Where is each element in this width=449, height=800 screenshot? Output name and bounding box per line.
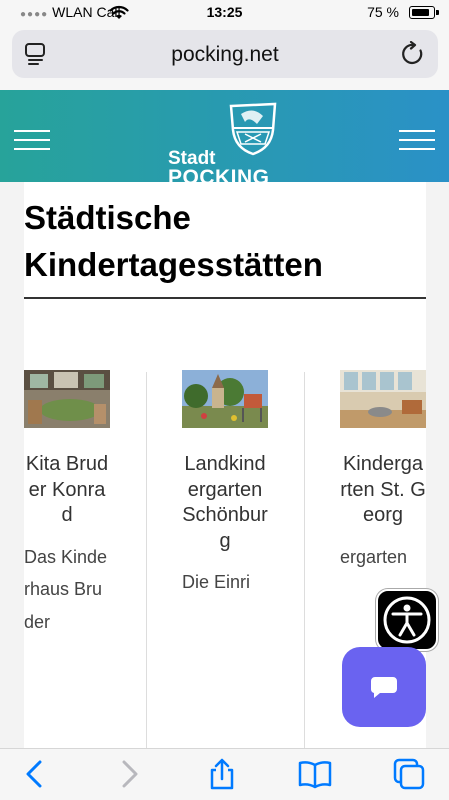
facility-name[interactable]: Kita Bruder Konrad [24, 452, 110, 529]
bookmarks-icon[interactable] [298, 757, 332, 791]
chat-button[interactable] [342, 647, 426, 727]
menu-hamburger-icon-left[interactable] [14, 130, 50, 152]
site-logo[interactable]: Stadt POCKING [165, 100, 285, 182]
facility-card-landkindergarten-schoenburg[interactable]: Landkindergarten Schönburg Die Einri [182, 370, 268, 599]
site-header: Stadt POCKING [0, 90, 449, 182]
crest-icon [229, 102, 277, 156]
menu-hamburger-icon-right[interactable] [399, 130, 435, 152]
forward-icon[interactable] [112, 757, 146, 791]
facility-description: ergarten [340, 546, 408, 567]
facility-card-kindergarten-st-georg[interactable]: Kindergarten St. Georg ergarten [340, 370, 426, 573]
share-icon[interactable] [205, 757, 239, 791]
facility-description: Die Einri [182, 572, 251, 593]
battery-icon [409, 6, 439, 19]
column-divider [146, 372, 147, 748]
browser-address-area: pocking.net [0, 26, 449, 90]
column-divider [304, 372, 305, 748]
facility-name[interactable]: Landkindergarten Schönburg [182, 452, 268, 554]
facility-photo-landkindergarten-schoenburg[interactable] [182, 370, 268, 428]
facility-name[interactable]: Kindergarten St. Georg [340, 452, 426, 529]
accessibility-icon [383, 596, 431, 644]
page-title: Städtische Kindertagesstätten [24, 199, 323, 283]
accessibility-button[interactable] [376, 589, 438, 651]
facility-photo-kindergarten-st-georg[interactable] [340, 370, 426, 428]
browser-toolbar [0, 748, 449, 800]
back-icon[interactable] [18, 757, 52, 791]
battery-percent: 75 % [367, 4, 399, 20]
facility-description: Das Kinderhaus Bruder [24, 546, 108, 632]
chat-icon [370, 677, 397, 698]
address-bar[interactable]: pocking.net [12, 30, 438, 78]
url-text[interactable]: pocking.net [12, 43, 438, 67]
status-bar: ●●●● WLAN Call 13:25 75 % [0, 0, 449, 26]
facility-photo-kita-bruder-konrad[interactable] [24, 370, 110, 428]
title-divider [24, 297, 426, 299]
tabs-icon[interactable] [392, 757, 426, 791]
logo-text-pocking: POCKING [168, 166, 270, 182]
reload-icon[interactable] [400, 41, 426, 67]
facility-card-kita-bruder-konrad[interactable]: Kita Bruder Konrad Das Kinderhaus Bruder [24, 370, 110, 638]
